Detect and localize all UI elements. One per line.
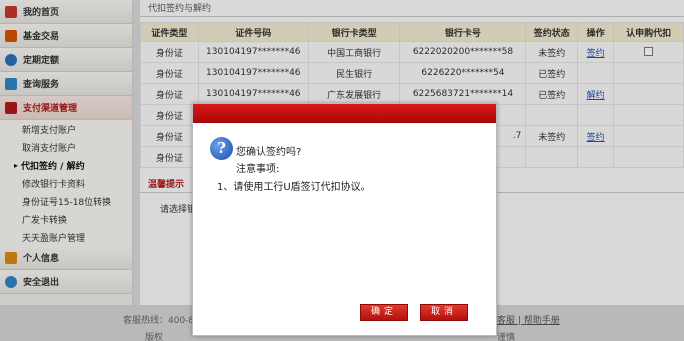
cancel-button[interactable]: 取消 [420, 304, 468, 321]
confirm-dialog: ? 您确认签约吗? 注意事项: 1、请使用工行U盾签订代扣协议。 确定 取消 [192, 103, 497, 336]
dialog-notice-item: 1、请使用工行U盾签订代扣协议。 [217, 182, 371, 193]
question-icon: ? [210, 137, 233, 160]
dialog-notice-label: 注意事项: [236, 164, 280, 175]
dialog-question: 您确认签约吗? [236, 147, 302, 158]
dialog-title-bar [193, 104, 496, 123]
confirm-button[interactable]: 确定 [360, 304, 408, 321]
